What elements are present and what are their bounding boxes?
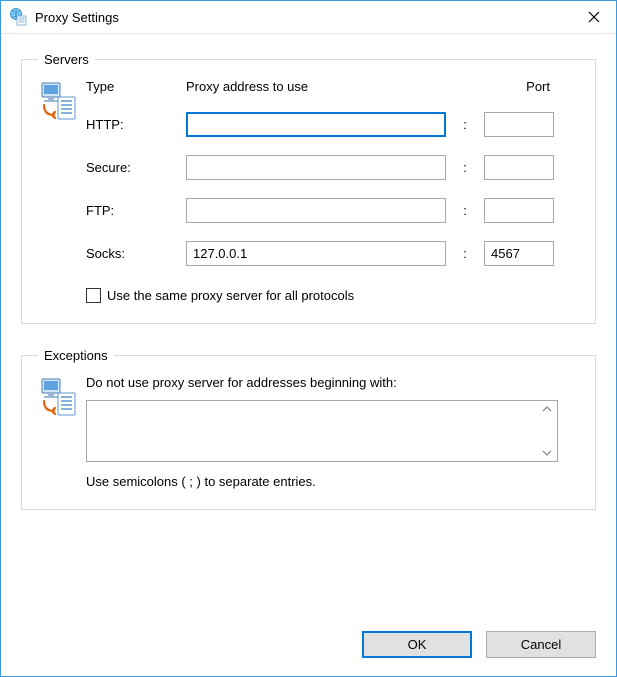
ftp-label: FTP: — [86, 203, 176, 218]
exceptions-textarea[interactable] — [86, 400, 558, 462]
header-address: Proxy address to use — [186, 79, 446, 94]
secure-label: Secure: — [86, 160, 176, 175]
header-type: Type — [86, 79, 176, 94]
socks-label: Socks: — [86, 246, 176, 261]
same-proxy-label: Use the same proxy server for all protoc… — [107, 288, 354, 303]
socks-address-input[interactable] — [186, 241, 446, 266]
chevron-up-icon — [542, 406, 552, 412]
http-label: HTTP: — [86, 117, 176, 132]
colon-separator: : — [456, 160, 474, 175]
socks-port-input[interactable] — [484, 241, 554, 266]
close-button[interactable] — [571, 1, 616, 33]
exceptions-description: Do not use proxy server for addresses be… — [86, 375, 579, 390]
app-icon — [9, 8, 27, 26]
ftp-port-input[interactable] — [484, 198, 554, 223]
servers-icon — [38, 79, 86, 303]
ok-button[interactable]: OK — [362, 631, 472, 658]
servers-group: Servers Type — [21, 52, 596, 324]
header-port: Port — [484, 79, 554, 94]
chevron-down-icon — [542, 450, 552, 456]
window-title: Proxy Settings — [35, 10, 571, 25]
colon-separator: : — [456, 246, 474, 261]
spin-down-button[interactable] — [538, 431, 556, 460]
dialog-buttons: OK Cancel — [1, 627, 616, 676]
exceptions-icon — [38, 375, 86, 489]
servers-legend: Servers — [38, 52, 95, 67]
secure-port-input[interactable] — [484, 155, 554, 180]
title-bar: Proxy Settings — [1, 1, 616, 34]
exceptions-value — [87, 401, 557, 461]
close-icon — [588, 11, 600, 23]
spin-buttons — [538, 402, 556, 460]
secure-address-input[interactable] — [186, 155, 446, 180]
http-port-input[interactable] — [484, 112, 554, 137]
same-proxy-checkbox[interactable] — [86, 288, 101, 303]
exceptions-legend: Exceptions — [38, 348, 114, 363]
colon-separator: : — [456, 117, 474, 132]
ftp-address-input[interactable] — [186, 198, 446, 223]
colon-separator: : — [456, 203, 474, 218]
cancel-button[interactable]: Cancel — [486, 631, 596, 658]
http-address-input[interactable] — [186, 112, 446, 137]
exceptions-group: Exceptions Do not use proxy server f — [21, 348, 596, 510]
spin-up-button[interactable] — [538, 402, 556, 431]
exceptions-hint: Use semicolons ( ; ) to separate entries… — [86, 474, 579, 489]
